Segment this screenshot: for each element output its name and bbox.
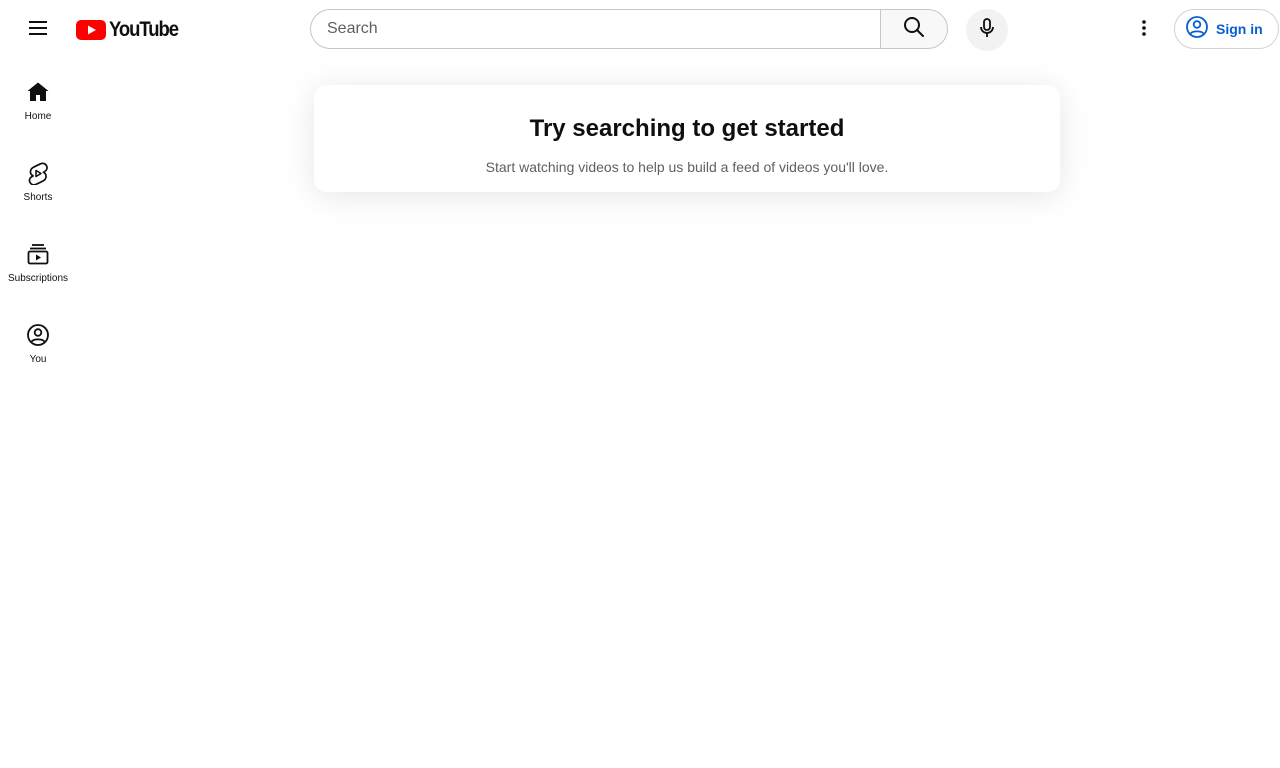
- home-icon: [26, 80, 50, 104]
- sidebar-item-label: Home: [24, 111, 52, 122]
- empty-feed-prompt-card: Try searching to get started Start watch…: [314, 85, 1060, 192]
- voice-search-button[interactable]: [966, 9, 1008, 51]
- search-icon: [902, 15, 926, 44]
- vertical-dots-icon: [1132, 16, 1156, 45]
- prompt-title: Try searching to get started: [529, 115, 845, 142]
- sidebar-item-label: Subscriptions: [7, 273, 69, 284]
- mini-guide-sidebar: Home Shorts Subscriptions You: [0, 64, 76, 388]
- sign-in-button[interactable]: Sign in: [1174, 9, 1279, 49]
- youtube-play-logo-icon: [76, 20, 106, 40]
- sidebar-item-home[interactable]: Home: [0, 64, 76, 138]
- sidebar-item-label: You: [29, 354, 47, 365]
- sidebar-item-you[interactable]: You: [0, 307, 76, 381]
- sidebar-item-subscriptions[interactable]: Subscriptions: [0, 226, 76, 300]
- sign-in-label: Sign in: [1216, 21, 1263, 37]
- sidebar-item-shorts[interactable]: Shorts: [0, 145, 76, 219]
- settings-more-button[interactable]: [1124, 10, 1164, 50]
- search-input[interactable]: [327, 10, 867, 48]
- account-circle-icon: [1185, 15, 1209, 44]
- search-box: [310, 9, 880, 49]
- youtube-logo-text: YouTube: [109, 18, 179, 41]
- search-button[interactable]: [880, 9, 948, 49]
- hamburger-menu-icon: [26, 16, 50, 45]
- prompt-subtitle: Start watching videos to help us build a…: [485, 159, 889, 175]
- account-circle-icon: [26, 323, 50, 347]
- microphone-icon: [975, 16, 999, 45]
- sidebar-item-label: Shorts: [23, 192, 53, 203]
- youtube-logo-link[interactable]: YouTube: [76, 18, 187, 42]
- guide-menu-button[interactable]: [18, 10, 58, 50]
- subscriptions-icon: [26, 242, 50, 266]
- masthead: YouTube Search Sign in: [0, 0, 1280, 60]
- shorts-icon: [26, 161, 50, 185]
